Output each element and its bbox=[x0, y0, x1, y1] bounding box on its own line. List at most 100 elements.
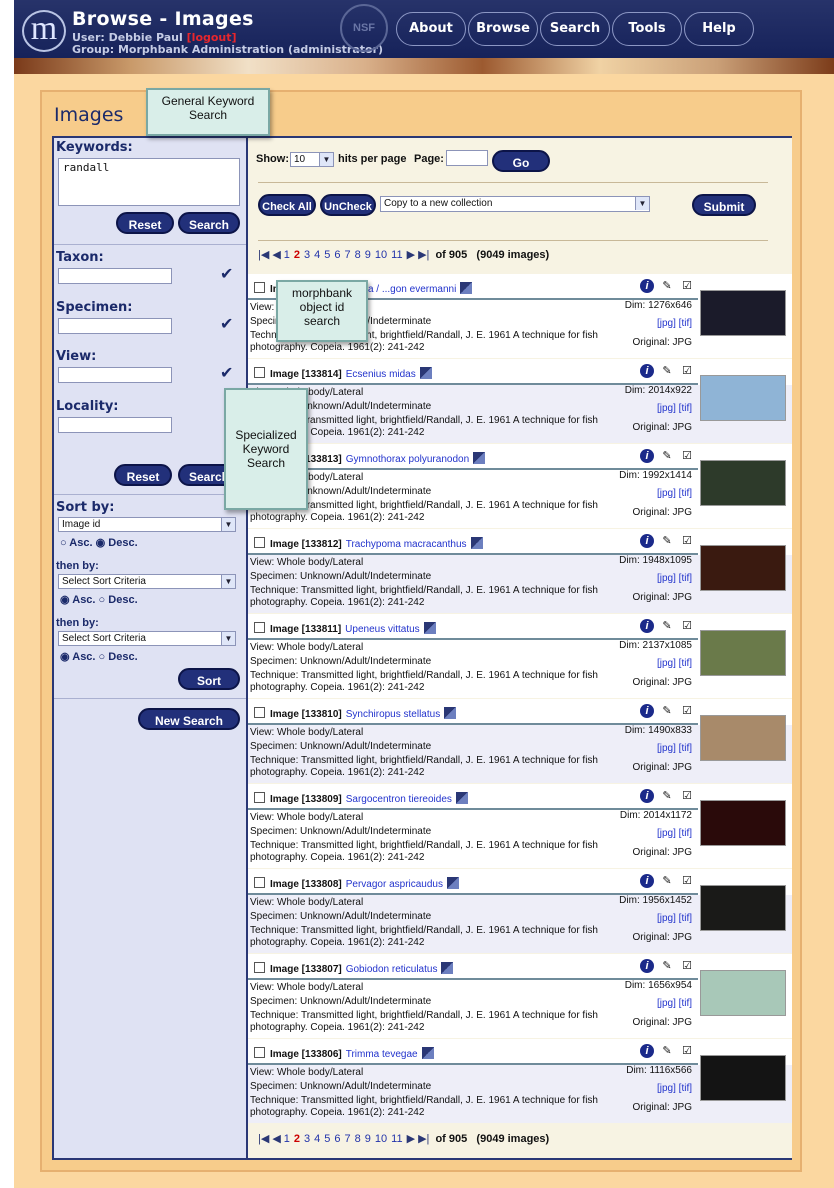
row-checkbox[interactable] bbox=[254, 707, 265, 718]
reset-button[interactable]: Reset bbox=[116, 212, 174, 234]
info-icon[interactable]: i bbox=[640, 959, 654, 973]
page-link[interactable]: 11 bbox=[391, 1133, 402, 1145]
sort3-radio[interactable]: ◉ Asc. ○ Desc. bbox=[60, 650, 138, 663]
sort3-select[interactable]: Select Sort Criteria ▼ bbox=[58, 631, 236, 646]
info-icon[interactable]: i bbox=[640, 1044, 654, 1058]
page-link[interactable]: 10 bbox=[375, 1133, 387, 1145]
uncheck-button[interactable]: UnCheck bbox=[320, 194, 376, 216]
edit-check-icon[interactable]: ☑ bbox=[680, 534, 694, 548]
show-select[interactable]: 10 ▼ bbox=[290, 152, 334, 167]
edit-check-icon[interactable]: ☑ bbox=[680, 959, 694, 973]
info-icon[interactable]: i bbox=[640, 704, 654, 718]
thumbnail-tile-icon[interactable] bbox=[441, 962, 454, 974]
sort1-radio[interactable]: ○ Asc. ◉ Desc. bbox=[60, 536, 138, 549]
morphbank-logo[interactable]: m bbox=[22, 10, 66, 52]
fish-thumbnail[interactable] bbox=[700, 375, 786, 421]
view-check-icon[interactable]: ✔ bbox=[220, 363, 233, 383]
locality-input[interactable] bbox=[58, 417, 172, 433]
page-link[interactable]: 11 bbox=[391, 249, 402, 261]
edit-check-icon[interactable]: ☑ bbox=[680, 619, 694, 633]
row-file-links[interactable]: [jpg] [tif] bbox=[657, 403, 692, 414]
thumbnail-tile-icon[interactable] bbox=[473, 452, 486, 464]
annotate-icon[interactable]: ✎ bbox=[660, 449, 674, 463]
collection-select[interactable]: Copy to a new collection ▼ bbox=[380, 196, 650, 212]
annotate-icon[interactable]: ✎ bbox=[660, 1044, 674, 1058]
row-checkbox[interactable] bbox=[254, 1047, 265, 1058]
info-icon[interactable]: i bbox=[640, 534, 654, 548]
first-page-icon[interactable]: |◀ bbox=[258, 249, 269, 261]
last-page-icon[interactable]: ▶| bbox=[418, 249, 429, 261]
fish-thumbnail[interactable] bbox=[700, 290, 786, 336]
page-input[interactable] bbox=[446, 150, 488, 166]
row-file-links[interactable]: [jpg] [tif] bbox=[657, 998, 692, 1009]
thumbnail-tile-icon[interactable] bbox=[444, 707, 457, 719]
page-link[interactable]: 1 bbox=[284, 249, 290, 261]
annotate-icon[interactable]: ✎ bbox=[660, 959, 674, 973]
edit-check-icon[interactable]: ☑ bbox=[680, 1044, 694, 1058]
taxon-link[interactable]: Ecsenius midas bbox=[346, 369, 416, 380]
info-icon[interactable]: i bbox=[640, 619, 654, 633]
row-checkbox[interactable] bbox=[254, 282, 265, 293]
page-link[interactable]: 10 bbox=[375, 249, 387, 261]
keywords-input[interactable]: randall bbox=[58, 158, 240, 206]
prev-page-icon[interactable]: ◀ bbox=[272, 249, 280, 261]
edit-check-icon[interactable]: ☑ bbox=[680, 449, 694, 463]
sort2-radio[interactable]: ◉ Asc. ○ Desc. bbox=[60, 593, 138, 606]
fish-thumbnail[interactable] bbox=[700, 800, 786, 846]
fish-thumbnail[interactable] bbox=[700, 715, 786, 761]
thumbnail-tile-icon[interactable] bbox=[419, 367, 432, 379]
next-page-icon[interactable]: ▶ bbox=[407, 1133, 415, 1145]
info-icon[interactable]: i bbox=[640, 874, 654, 888]
page-link[interactable]: 7 bbox=[345, 249, 351, 261]
reset-button-2[interactable]: Reset bbox=[114, 464, 172, 486]
nav-tools[interactable]: Tools bbox=[612, 12, 682, 46]
row-file-links[interactable]: [jpg] [tif] bbox=[657, 743, 692, 754]
annotate-icon[interactable]: ✎ bbox=[660, 789, 674, 803]
taxon-link[interactable]: Pervagor aspricaudus bbox=[346, 879, 443, 890]
thumbnail-tile-icon[interactable] bbox=[423, 622, 436, 634]
sort1-select[interactable]: Image id ▼ bbox=[58, 517, 236, 532]
go-button[interactable]: Go bbox=[492, 150, 550, 172]
page-link[interactable]: 8 bbox=[355, 249, 361, 261]
page-link[interactable]: 4 bbox=[314, 1133, 320, 1145]
taxon-link[interactable]: Synchiropus stellatus bbox=[346, 709, 441, 720]
new-search-button[interactable]: New Search bbox=[138, 708, 240, 730]
row-checkbox[interactable] bbox=[254, 537, 265, 548]
page-link[interactable]: 3 bbox=[304, 249, 310, 261]
edit-check-icon[interactable]: ☑ bbox=[680, 364, 694, 378]
view-input[interactable] bbox=[58, 367, 172, 383]
last-page-icon[interactable]: ▶| bbox=[418, 1133, 429, 1145]
fish-thumbnail[interactable] bbox=[700, 545, 786, 591]
nav-about[interactable]: About bbox=[396, 12, 466, 46]
row-file-links[interactable]: [jpg] [tif] bbox=[657, 573, 692, 584]
page-link[interactable]: 3 bbox=[304, 1133, 310, 1145]
sort2-select[interactable]: Select Sort Criteria ▼ bbox=[58, 574, 236, 589]
fish-thumbnail[interactable] bbox=[700, 1055, 786, 1101]
thumbnail-tile-icon[interactable] bbox=[421, 1047, 434, 1059]
taxon-input[interactable] bbox=[58, 268, 172, 284]
taxon-link[interactable]: Trimma tevegae bbox=[346, 1049, 418, 1060]
submit-button[interactable]: Submit bbox=[692, 194, 756, 216]
info-icon[interactable]: i bbox=[640, 279, 654, 293]
row-file-links[interactable]: [jpg] [tif] bbox=[657, 658, 692, 669]
page-link[interactable]: 4 bbox=[314, 249, 320, 261]
nav-browse[interactable]: Browse bbox=[468, 12, 538, 46]
page-link[interactable]: 7 bbox=[345, 1133, 351, 1145]
first-page-icon[interactable]: |◀ bbox=[258, 1133, 269, 1145]
edit-check-icon[interactable]: ☑ bbox=[680, 789, 694, 803]
next-page-icon[interactable]: ▶ bbox=[407, 249, 415, 261]
row-checkbox[interactable] bbox=[254, 877, 265, 888]
row-checkbox[interactable] bbox=[254, 792, 265, 803]
sort-button[interactable]: Sort bbox=[178, 668, 240, 690]
info-icon[interactable]: i bbox=[640, 364, 654, 378]
fish-thumbnail[interactable] bbox=[700, 460, 786, 506]
thumbnail-tile-icon[interactable] bbox=[455, 792, 468, 804]
annotate-icon[interactable]: ✎ bbox=[660, 534, 674, 548]
annotate-icon[interactable]: ✎ bbox=[660, 619, 674, 633]
page-link[interactable]: 1 bbox=[284, 1133, 290, 1145]
row-checkbox[interactable] bbox=[254, 962, 265, 973]
annotate-icon[interactable]: ✎ bbox=[660, 364, 674, 378]
fish-thumbnail[interactable] bbox=[700, 970, 786, 1016]
page-link[interactable]: 5 bbox=[324, 249, 330, 261]
taxon-link[interactable]: Gobiodon reticulatus bbox=[346, 964, 438, 975]
